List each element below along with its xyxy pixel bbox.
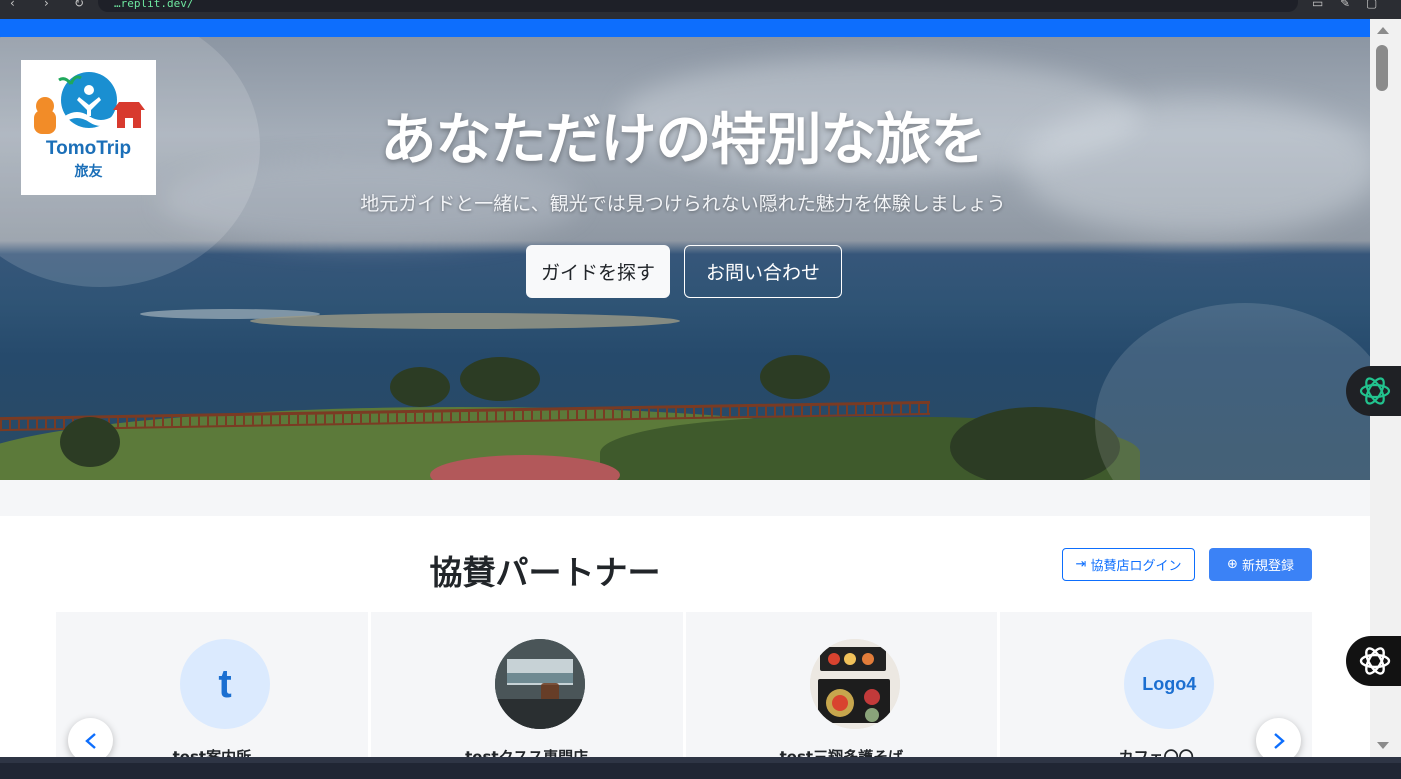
chevron-right-icon [1273, 732, 1285, 749]
find-guide-button[interactable]: ガイドを探す [526, 245, 670, 298]
hero-section: TomoTrip 旅友 あなただけの特別な旅を 地元ガイドと一緒に、観光では見つ… [0, 37, 1370, 480]
url-text: …replit.dev/ [114, 0, 194, 10]
partner-login-button[interactable]: ⇥ 協賛店ログイン [1062, 548, 1195, 581]
scroll-up-icon[interactable] [1376, 25, 1390, 35]
partner-photo [494, 639, 585, 729]
hero-tree [390, 367, 450, 407]
back-icon[interactable]: ‹ [10, 0, 15, 10]
hero-reef [250, 313, 680, 329]
address-bar[interactable]: …replit.dev/ [98, 0, 1298, 12]
avatar-initial: t [218, 661, 232, 706]
partner-carousel: t test案内所 testクスス専門店 test三翔多護そば Logo4 カフ… [56, 612, 1312, 757]
plus-circle-icon: ⊕ [1227, 557, 1238, 572]
hero-tree [60, 417, 120, 467]
partner-photo [809, 639, 900, 729]
login-icon: ⇥ [1075, 557, 1087, 572]
partner-avatar: Logo4 [1124, 639, 1215, 729]
top-accent-bar [0, 19, 1370, 37]
cafe-photo-icon [494, 639, 585, 729]
partners-title: 協賛パートナー [429, 553, 661, 592]
partner-name: test三翔多護そば [779, 748, 904, 757]
hero-decor-blob [1095, 303, 1370, 480]
openai-icon [1359, 377, 1391, 405]
hero-tree [460, 357, 540, 401]
forward-icon[interactable]: › [44, 0, 49, 10]
new-register-button[interactable]: ⊕ 新規登録 [1209, 548, 1312, 581]
scroll-down-icon[interactable] [1376, 741, 1390, 751]
avatar-logo-text: Logo4 [1142, 673, 1197, 694]
carousel-prev-button[interactable] [68, 718, 113, 757]
reload-icon[interactable]: ↻ [74, 0, 84, 10]
hero-tree [760, 355, 830, 399]
page-viewport: TomoTrip 旅友 あなただけの特別な旅を 地元ガイドと一緒に、観光では見つ… [0, 19, 1370, 757]
food-photo-icon [809, 639, 900, 729]
partner-name: testクスス専門店 [465, 748, 589, 757]
section-spacer [0, 480, 1370, 516]
os-taskbar [0, 757, 1401, 779]
partner-card[interactable]: testクスス専門店 [370, 612, 683, 757]
partners-section: 協賛パートナー ⇥ 協賛店ログイン ⊕ 新規登録 t test案内所 testク… [0, 516, 1370, 757]
browser-toolbar: ‹ › ↻ …replit.dev/ ▭ ✎ ▢ [0, 0, 1401, 19]
chatgpt-extension-button[interactable] [1346, 366, 1401, 416]
new-register-label: 新規登録 [1241, 559, 1294, 574]
openai-icon [1359, 647, 1391, 675]
chevron-left-icon [84, 732, 96, 749]
scrollbar-thumb[interactable] [1376, 45, 1388, 91]
cast-icon[interactable]: ▭ [1312, 0, 1323, 10]
carousel-next-button[interactable] [1256, 718, 1301, 757]
partner-avatar: t [180, 639, 270, 729]
profile-icon[interactable]: ▢ [1366, 0, 1377, 10]
edit-icon[interactable]: ✎ [1340, 0, 1350, 10]
hero-subtitle: 地元ガイドと一緒に、観光では見つけられない隠れた魅力を体験しましょう [360, 193, 1006, 215]
partner-card[interactable]: test三翔多護そば [685, 612, 998, 757]
contact-button[interactable]: お問い合わせ [684, 245, 842, 298]
partner-login-label: 協賛店ログイン [1090, 559, 1182, 574]
hero-title: あなただけの特別な旅を [380, 108, 987, 173]
assistant-extension-button[interactable] [1346, 636, 1401, 686]
